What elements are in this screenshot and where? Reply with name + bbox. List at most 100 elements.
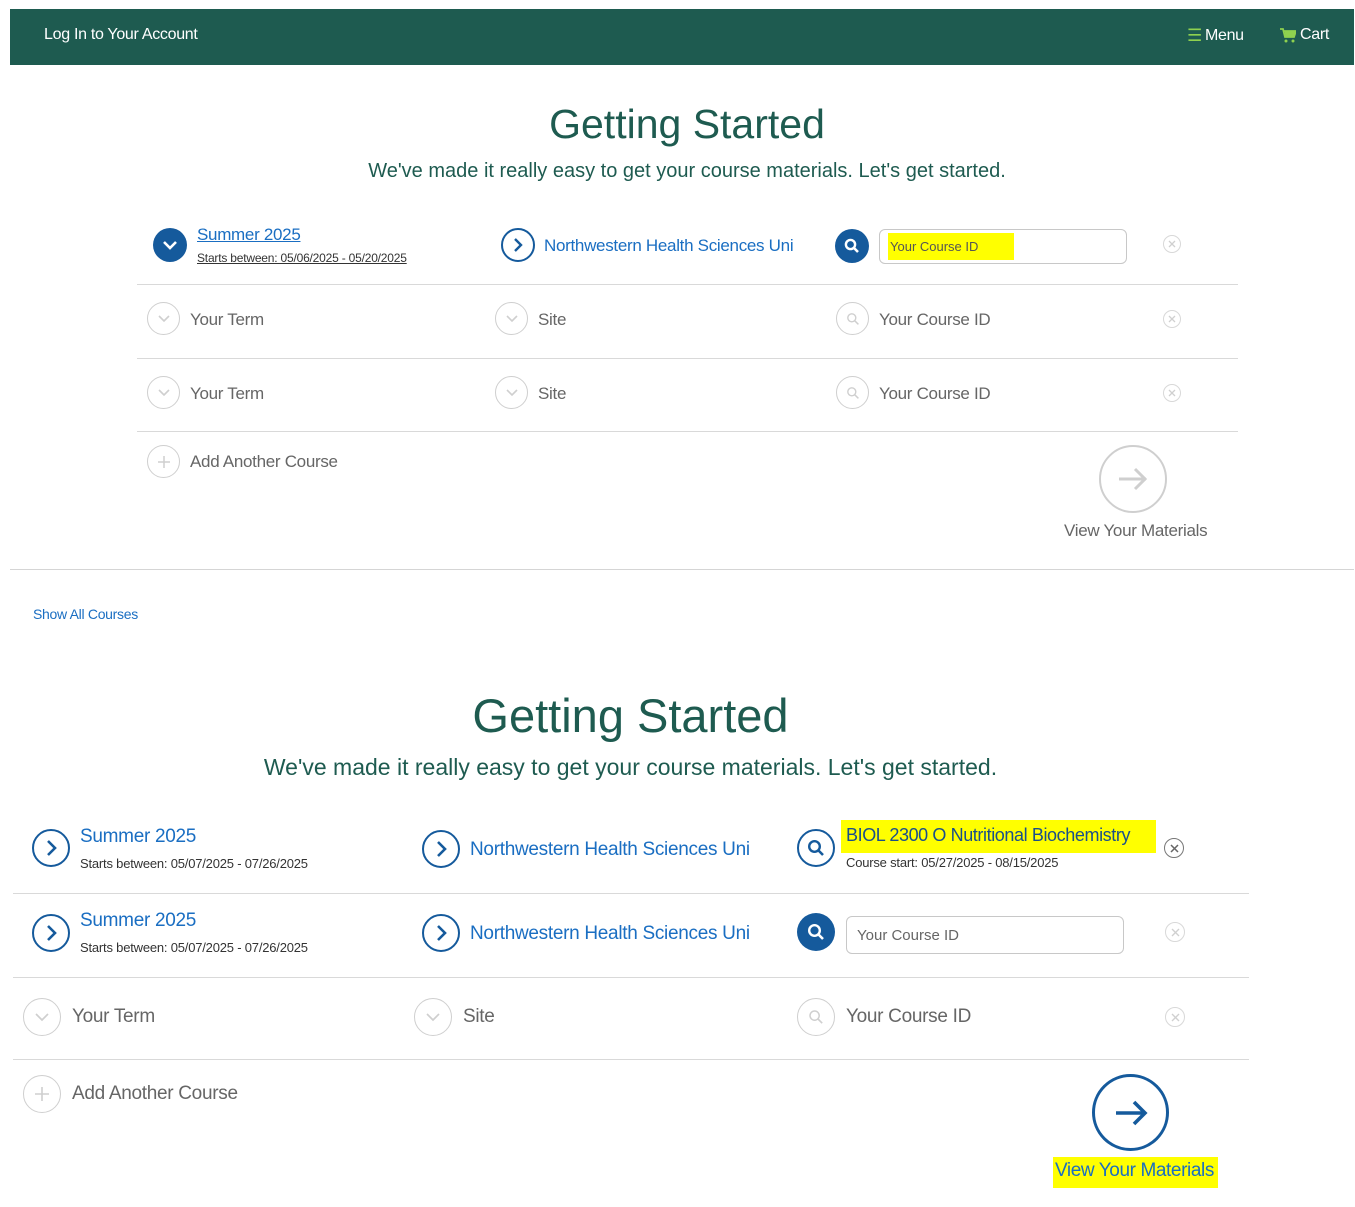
site-select-button[interactable] bbox=[501, 228, 535, 262]
term-label: Your Term bbox=[190, 384, 264, 403]
course-id-input[interactable]: Your Course ID bbox=[879, 229, 1127, 264]
row-divider bbox=[13, 893, 1249, 894]
close-icon bbox=[1171, 928, 1179, 936]
site-select-button[interactable] bbox=[422, 830, 460, 868]
course-id-label: Your Course ID bbox=[846, 1006, 971, 1027]
course-search-button[interactable] bbox=[836, 302, 869, 335]
chevron-right-icon bbox=[514, 238, 523, 252]
search-icon bbox=[846, 386, 859, 399]
course-search-button[interactable] bbox=[797, 998, 835, 1036]
term-link[interactable]: Summer 2025 bbox=[80, 910, 196, 932]
course-id-label: Your Course ID bbox=[879, 310, 991, 329]
close-icon bbox=[1171, 1013, 1179, 1021]
term-dates: Starts between: 05/07/2025 - 07/26/2025 bbox=[80, 856, 308, 871]
view-materials-button[interactable] bbox=[1099, 445, 1167, 513]
term-label: Your Term bbox=[72, 1006, 155, 1027]
remove-course-button[interactable] bbox=[1163, 384, 1181, 402]
cart-label: Cart bbox=[1300, 26, 1330, 43]
term-label: Your Term bbox=[190, 310, 264, 329]
chevron-right-icon bbox=[46, 840, 57, 856]
show-all-courses-link[interactable]: Show All Courses bbox=[33, 606, 138, 622]
plus-icon bbox=[35, 1087, 49, 1101]
arrow-right-icon bbox=[1115, 1100, 1148, 1125]
chevron-down-icon bbox=[163, 241, 177, 250]
close-icon bbox=[1168, 240, 1176, 248]
page-subtitle: We've made it really easy to get your co… bbox=[368, 160, 1006, 182]
remove-course-button[interactable] bbox=[1165, 922, 1185, 942]
login-link[interactable]: Log In to Your Account bbox=[44, 26, 198, 44]
site-label: Site bbox=[538, 384, 567, 403]
chevron-down-icon bbox=[157, 389, 170, 397]
term-dates: Starts between: 05/06/2025 - 05/20/2025 bbox=[197, 251, 407, 265]
cart-button[interactable]: Cart bbox=[1280, 26, 1329, 44]
chevron-down-icon bbox=[505, 389, 518, 397]
chevron-right-icon bbox=[436, 925, 447, 941]
row-divider bbox=[137, 284, 1238, 285]
row-divider bbox=[13, 977, 1249, 978]
site-link[interactable]: Northwestern Health Sciences Uni bbox=[544, 236, 794, 256]
remove-course-button[interactable] bbox=[1164, 838, 1184, 858]
search-icon bbox=[846, 312, 859, 325]
chevron-down-icon bbox=[157, 315, 170, 323]
term-select-button[interactable] bbox=[23, 998, 61, 1036]
row-divider bbox=[137, 431, 1238, 432]
term-select-button[interactable] bbox=[32, 914, 70, 952]
term-dates: Starts between: 05/07/2025 - 07/26/2025 bbox=[80, 940, 308, 955]
menu-button[interactable]: ☰ Menu bbox=[1187, 26, 1244, 46]
close-icon bbox=[1169, 843, 1179, 853]
remove-course-button[interactable] bbox=[1163, 310, 1181, 328]
term-link[interactable]: Summer 2025 bbox=[80, 826, 196, 848]
arrow-right-icon bbox=[1119, 467, 1148, 491]
view-materials-button[interactable] bbox=[1092, 1074, 1169, 1151]
close-icon bbox=[1168, 315, 1176, 323]
section-divider bbox=[10, 569, 1354, 570]
course-search-button[interactable] bbox=[835, 229, 869, 263]
add-course-label[interactable]: Add Another Course bbox=[190, 452, 338, 472]
page-title: Getting Started bbox=[472, 689, 789, 742]
chevron-down-icon bbox=[505, 315, 518, 323]
site-select-button[interactable] bbox=[414, 998, 452, 1036]
site-select-button[interactable] bbox=[495, 302, 528, 335]
search-icon bbox=[844, 238, 859, 253]
course-id-placeholder: Your Course ID bbox=[888, 233, 1015, 260]
course-search-button[interactable] bbox=[797, 913, 835, 951]
remove-course-button[interactable] bbox=[1163, 235, 1181, 253]
site-link[interactable]: Northwestern Health Sciences Uni bbox=[470, 839, 750, 861]
view-materials-label[interactable]: View Your Materials bbox=[1064, 521, 1208, 541]
add-course-button[interactable] bbox=[23, 1075, 61, 1113]
site-link[interactable]: Northwestern Health Sciences Uni bbox=[470, 923, 750, 945]
site-label: Site bbox=[463, 1006, 495, 1027]
hamburger-icon: ☰ bbox=[1187, 26, 1202, 45]
search-icon bbox=[809, 1010, 823, 1024]
top-navbar: Log In to Your Account ☰ Menu Cart bbox=[10, 9, 1354, 65]
term-collapse-button[interactable] bbox=[153, 228, 187, 262]
site-select-button[interactable] bbox=[495, 376, 528, 409]
course-search-button[interactable] bbox=[797, 829, 835, 867]
course-id-input[interactable]: Your Course ID bbox=[846, 916, 1124, 954]
selected-course: BIOL 2300 O Nutritional Biochemistry bbox=[841, 820, 1157, 853]
course-dates: Course start: 05/27/2025 - 08/15/2025 bbox=[846, 855, 1059, 870]
term-select-button[interactable] bbox=[32, 829, 70, 867]
chevron-down-icon bbox=[35, 1013, 49, 1022]
course-id-label: Your Course ID bbox=[879, 384, 991, 403]
add-course-button[interactable] bbox=[147, 445, 180, 478]
row-divider bbox=[13, 1059, 1249, 1060]
view-materials-label[interactable]: View Your Materials bbox=[1053, 1157, 1218, 1188]
course-search-button[interactable] bbox=[836, 376, 869, 409]
plus-icon bbox=[157, 455, 170, 468]
close-icon bbox=[1168, 389, 1176, 397]
term-select-button[interactable] bbox=[147, 376, 180, 409]
remove-course-button[interactable] bbox=[1165, 1007, 1185, 1027]
menu-label: Menu bbox=[1204, 27, 1244, 44]
chevron-down-icon bbox=[426, 1013, 440, 1022]
page-title: Getting Started bbox=[549, 101, 825, 147]
search-icon bbox=[807, 839, 824, 856]
site-select-button[interactable] bbox=[422, 914, 460, 952]
course-id-placeholder: Your Course ID bbox=[857, 926, 959, 944]
row-divider bbox=[137, 358, 1238, 359]
term-select-button[interactable] bbox=[147, 302, 180, 335]
cart-icon bbox=[1280, 27, 1296, 42]
add-course-label[interactable]: Add Another Course bbox=[72, 1083, 238, 1105]
term-link[interactable]: Summer 2025 bbox=[197, 225, 301, 245]
chevron-right-icon bbox=[46, 925, 57, 941]
